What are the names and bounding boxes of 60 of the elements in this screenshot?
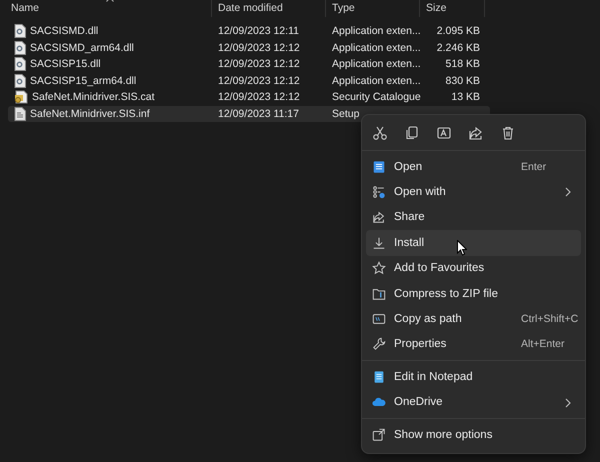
rename-icon xyxy=(436,124,452,140)
date-cell-text: 12/09/2023 11:17 xyxy=(217,108,300,120)
file-icon xyxy=(14,74,26,88)
folder-icon xyxy=(372,286,386,301)
date-cell-text: 12/09/2023 12:12 xyxy=(217,42,301,54)
size-cell-text: 2.095 KB xyxy=(436,25,480,38)
file-icon xyxy=(14,24,26,38)
share-icon xyxy=(372,210,386,224)
star-icon xyxy=(372,261,386,276)
menu-item[interactable]: OneDrive xyxy=(366,390,581,415)
file-name[interactable]: SACSISP15_arm64.dll xyxy=(30,74,136,87)
menu-item[interactable]: Edit in Notepad xyxy=(366,364,581,390)
notepad-icon xyxy=(372,370,386,384)
share-icon xyxy=(468,124,484,140)
menu-item[interactable]: Copy as path Ctrl+Shift+C xyxy=(366,306,581,332)
file-icon xyxy=(14,57,26,72)
download-icon xyxy=(372,236,386,250)
type-cell-text: Setup xyxy=(331,108,360,120)
menu-item[interactable]: Open with xyxy=(366,179,581,205)
type-cell-text: Application exten... xyxy=(331,74,420,87)
type-cell-text: Application exten... xyxy=(331,58,420,70)
cursor-icon xyxy=(457,240,467,256)
menu-item[interactable]: Compress to ZIP file xyxy=(366,280,581,306)
menu-item[interactable]: Properties Alt+Enter xyxy=(366,332,581,358)
external-window-icon xyxy=(372,428,386,442)
type-cell-text: Application exten... xyxy=(331,25,420,38)
file-name[interactable]: SACSISMD_arm64.dll xyxy=(30,42,134,54)
cut-icon xyxy=(372,124,388,140)
shortcut-text: Alt+Enter xyxy=(521,338,566,350)
type-cell-text: Security Catalogue xyxy=(331,91,420,104)
size-cell-text: 13 KB xyxy=(450,91,480,104)
file-name[interactable]: SafeNet.Minidriver.SIS.cat xyxy=(32,91,155,104)
menu-item[interactable]: Open Enter xyxy=(366,154,581,180)
size-cell-text: 518 KB xyxy=(444,58,480,70)
column-header[interactable]: Name xyxy=(0,0,212,17)
shortcut-text: Ctrl+Shift+C xyxy=(521,313,578,326)
file-name[interactable]: SACSISMD.dll xyxy=(30,25,98,38)
menu-item[interactable]: Install xyxy=(366,230,581,256)
column-header[interactable]: Size xyxy=(420,0,485,17)
size-cell-text: 830 KB xyxy=(444,74,480,87)
copy-icon xyxy=(404,124,420,140)
file-name[interactable]: SafeNet.Minidriver.SIS.inf xyxy=(30,108,150,120)
file-name[interactable]: SACSISP15.dll xyxy=(30,58,101,70)
wrench-icon xyxy=(372,337,386,352)
size-cell-text: 2.246 KB xyxy=(436,42,480,54)
column-header[interactable]: Type xyxy=(326,0,420,17)
menu-item[interactable]: Share xyxy=(366,204,581,230)
certificate-file-icon xyxy=(14,90,28,104)
shortcut-text: Enter xyxy=(521,160,548,173)
notepad-icon xyxy=(372,160,386,174)
date-cell-text: 12/09/2023 12:12 xyxy=(217,74,301,87)
date-cell-text: 12/09/2023 12:12 xyxy=(217,91,301,104)
file-icon xyxy=(14,40,26,55)
type-cell-text: Application exten... xyxy=(331,42,420,54)
column-header[interactable]: Date modified xyxy=(212,0,326,17)
date-cell-text: 12/09/2023 12:11 xyxy=(217,25,300,38)
delete-icon xyxy=(500,124,516,140)
date-cell-text: 12/09/2023 12:12 xyxy=(217,58,301,70)
menu-item[interactable]: Add to Favourites xyxy=(366,256,581,281)
menu-item[interactable]: Show more options xyxy=(366,422,581,448)
